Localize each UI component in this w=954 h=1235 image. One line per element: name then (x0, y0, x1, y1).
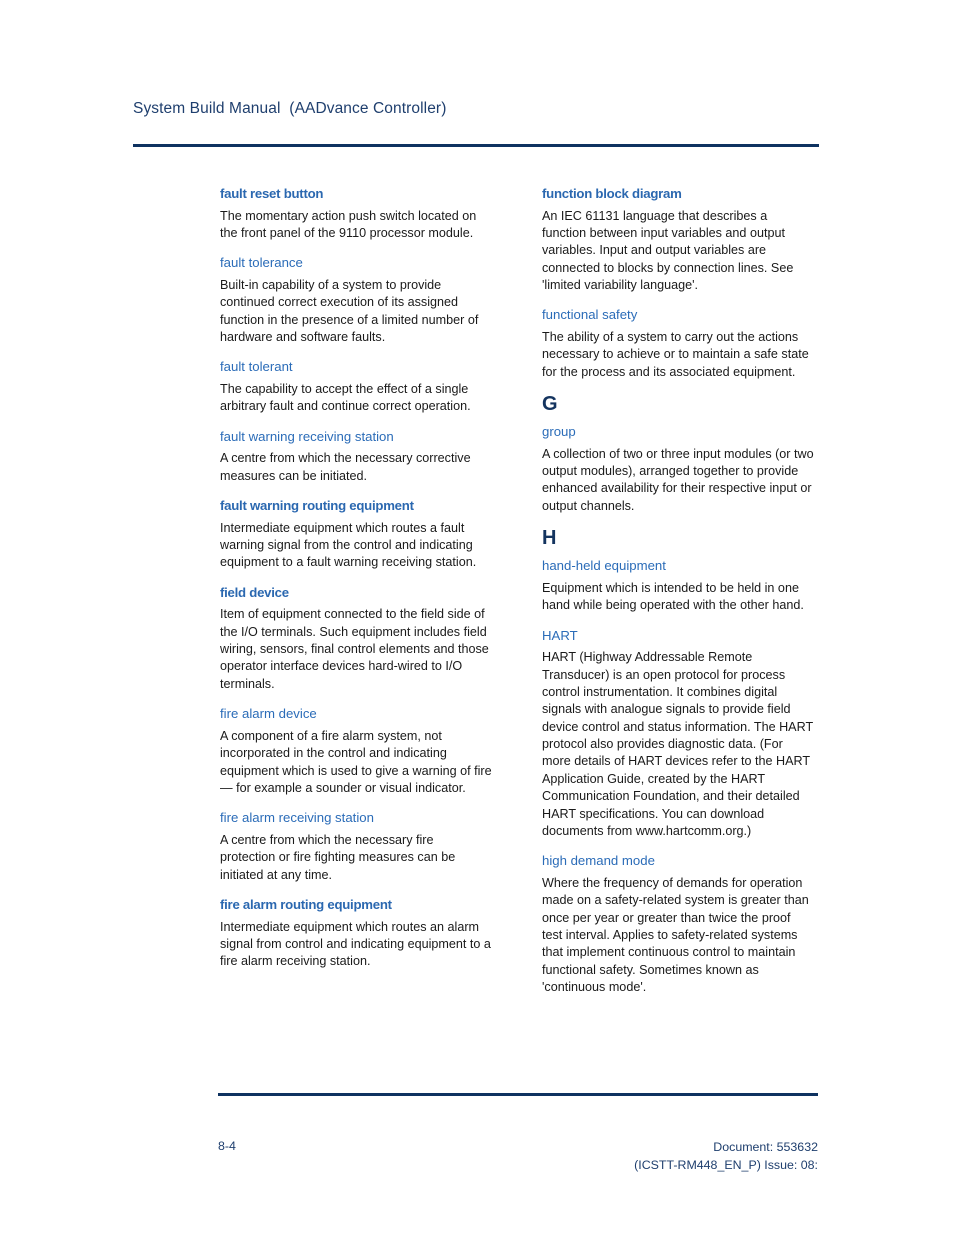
glossary-term: fault warning receiving station (220, 428, 394, 444)
glossary-entry: group A collection of two or three input … (542, 424, 814, 515)
glossary-entry: fire alarm device A component of a fire a… (220, 706, 492, 797)
header-divider (133, 144, 819, 147)
glossary-definition: A component of a fire alarm system, not … (220, 728, 492, 795)
glossary-term: fire alarm device (220, 706, 317, 722)
glossary-definition: HART (Highway Addressable Remote Transdu… (542, 650, 813, 838)
glossary-term: group (542, 424, 576, 440)
glossary-column-left: fault reset button The momentary action p… (220, 186, 492, 984)
glossary-definition: Item of equipment connected to the field… (220, 607, 489, 691)
glossary-term: fire alarm receiving station (220, 810, 374, 826)
glossary-definition: The ability of a system to carry out the… (542, 330, 809, 379)
glossary-term: fault warning routing equipment (220, 498, 414, 514)
glossary-column-right: function block diagram An IEC 61131 langu… (542, 186, 814, 1009)
footer-page-number: 8-4 (218, 1139, 236, 1153)
glossary-term: fault tolerant (220, 359, 293, 375)
glossary-entry: fault warning routing equipment Intermedi… (220, 498, 492, 572)
glossary-entry: fire alarm routing equipment Intermediate… (220, 897, 492, 971)
page-title: System Build Manual (AADvance Controller… (133, 100, 447, 117)
footer-divider (218, 1093, 818, 1096)
glossary-definition: Intermediate equipment which routes an a… (220, 919, 491, 969)
glossary-entry: fault reset button The momentary action p… (220, 186, 492, 242)
glossary-term: HART (542, 627, 578, 643)
glossary-definition: The momentary action push switch located… (220, 208, 477, 240)
glossary-definition: A centre from which the necessary correc… (220, 451, 471, 483)
glossary-entry: fault tolerance Built-in capability of a … (220, 255, 492, 346)
glossary-entry: fault warning receiving station A centre … (220, 429, 492, 485)
glossary-term: function block diagram (542, 186, 682, 201)
footer-document-info: Document: 553632 (ICSTT-RM448_EN_P) Issu… (634, 1139, 818, 1175)
glossary-entry: high demand mode Where the frequency of d… (542, 853, 814, 996)
glossary-term: hand-held equipment (542, 558, 666, 574)
glossary-definition: Where the frequency of demands for opera… (542, 875, 809, 995)
glossary-definition: Equipment which is intended to be held i… (542, 580, 804, 613)
running-header: System Build Manual (AADvance Controller… (133, 100, 819, 118)
glossary-definition: A centre from which the necessary fire p… (220, 832, 456, 882)
footer-document-issue: (ICSTT-RM448_EN_P) Issue: 08: (634, 1157, 818, 1172)
glossary-term: functional safety (542, 307, 638, 323)
glossary-definition: The capability to accept the effect of a… (220, 381, 471, 414)
glossary-letter-heading: H (542, 527, 557, 550)
glossary-definition: Built-in capability of a system to provi… (220, 277, 479, 345)
glossary-term: fire alarm routing equipment (220, 897, 392, 912)
glossary-entry: function block diagram An IEC 61131 langu… (542, 186, 814, 294)
footer-document-number: Document: 553632 (713, 1140, 818, 1154)
glossary-term: fault reset button (220, 186, 324, 201)
glossary-entry: fault tolerant The capability to accept t… (220, 359, 492, 415)
glossary-definition: A collection of two or three input modul… (542, 446, 814, 513)
glossary-columns: fault reset button The momentary action p… (220, 186, 820, 1076)
glossary-definition: An IEC 61131 language that describes a f… (542, 208, 794, 293)
glossary-entry: field device Item of equipment connected … (220, 585, 492, 693)
document-page: System Build Manual (AADvance Controller… (0, 0, 954, 1235)
glossary-term: fault tolerance (220, 255, 303, 271)
glossary-definition: Intermediate equipment which routes a fa… (220, 520, 477, 570)
glossary-term: high demand mode (542, 853, 655, 869)
glossary-entry: HART HART (Highway Addressable Remote Tra… (542, 628, 814, 841)
glossary-entry: fire alarm receiving station A centre fro… (220, 810, 492, 884)
glossary-entry: hand-held equipment Equipment which is in… (542, 558, 814, 614)
glossary-entry: functional safety The ability of a system… (542, 307, 814, 381)
glossary-letter-heading: G (542, 393, 558, 416)
glossary-term: field device (220, 584, 289, 600)
